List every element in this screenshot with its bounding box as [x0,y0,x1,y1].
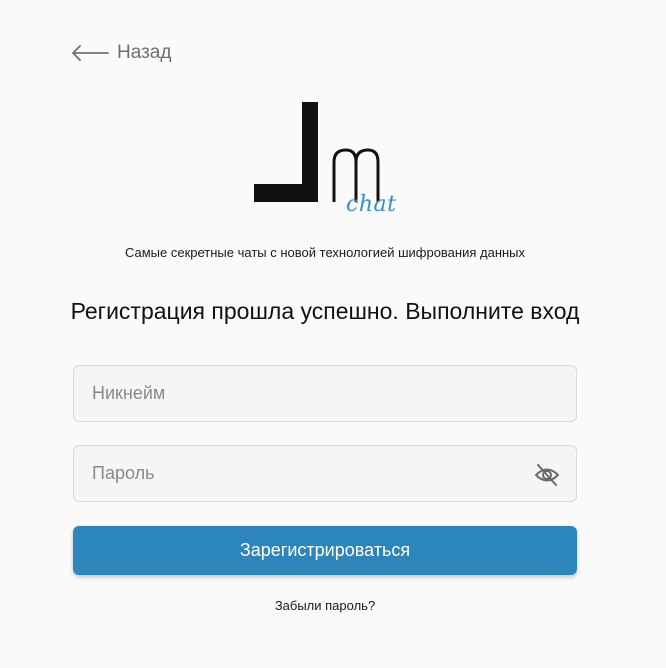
forgot-password-link[interactable]: Забыли пароль? [0,598,650,613]
register-button[interactable]: Зарегистрироваться [73,526,577,575]
eye-off-icon[interactable] [534,462,560,488]
password-field-container [73,445,577,502]
logo-chat-text: chat [346,192,397,217]
arrow-left-icon [71,45,109,61]
page-title: Регистрация прошла успешно. Выполните вх… [70,298,580,324]
app-logo: chat [250,100,410,224]
tagline: Самые секретные чаты с новой технологией… [124,245,526,260]
nickname-field-container [73,365,577,422]
back-link[interactable]: Назад [71,42,171,64]
password-input[interactable] [74,446,576,501]
login-page: Назад chat Самые секретные чаты с новой … [0,0,666,668]
back-label: Назад [117,42,172,63]
nickname-input[interactable] [74,366,576,421]
